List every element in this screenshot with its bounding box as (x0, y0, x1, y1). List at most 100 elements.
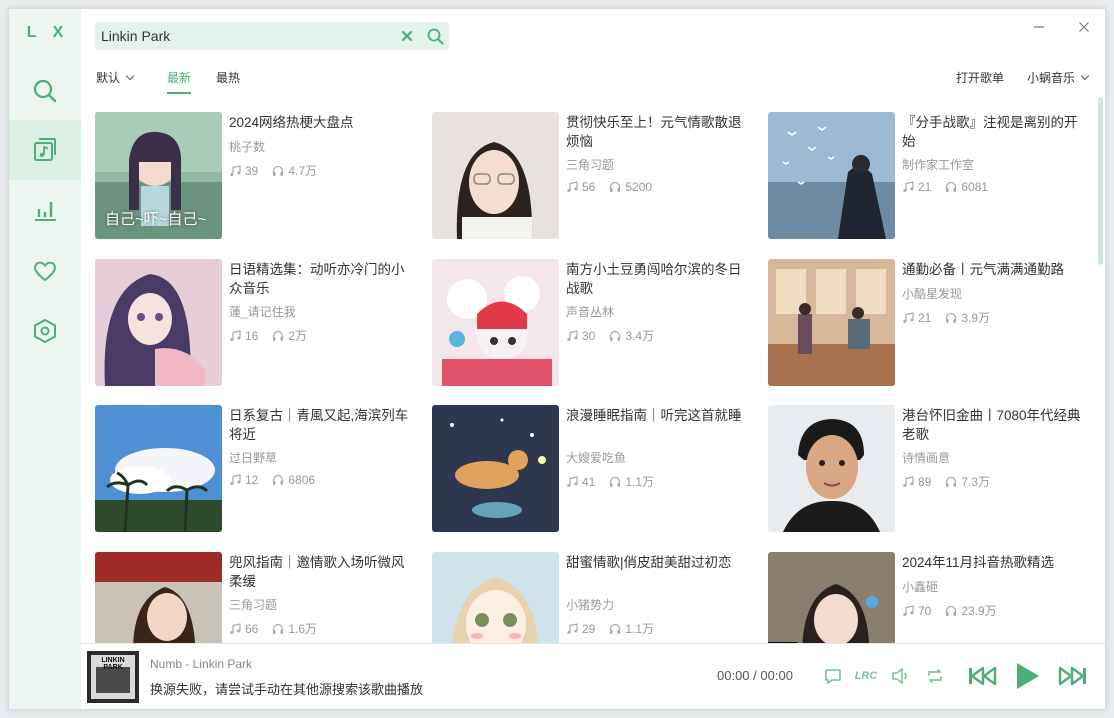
sort-dropdown[interactable]: 默认 (96, 69, 135, 86)
main-content: 默认 最新 最热 打开歌单 小蜗音乐 自己~吓~自己~ 2024网络热梗大盘点 … (81, 9, 1105, 646)
tab-hottest[interactable]: 最热 (216, 69, 240, 86)
playlist-card[interactable]: 港台怀旧金曲丨7080年代经典老歌 诗情画意 89 7.3万 (768, 405, 1088, 535)
playlist-card[interactable]: 2024年11月抖音热歌精选 小鑫砸 70 23.9万 (768, 552, 1088, 646)
song-count: 12 (245, 473, 259, 487)
playlist-title: 浪漫睡眠指南｜听完这首就睡 (566, 408, 742, 423)
close-window-button[interactable] (1072, 15, 1096, 39)
play-count: 4.7万 (288, 164, 318, 178)
play-count: 6806 (288, 473, 316, 487)
song-count: 56 (582, 180, 596, 194)
play-count: 7.3万 (961, 475, 991, 489)
playlist-card[interactable]: 日系复古｜青風又起,海滨列车将近 过日野草 12 6806 (95, 405, 415, 535)
headphones-icon (273, 330, 284, 341)
playlist-author: 三角习题 (566, 158, 615, 172)
song-count: 21 (918, 180, 932, 194)
playlist-card[interactable]: 甜蜜情歌|俏皮甜美甜过初恋 小猪势力 29 1.1万 (432, 552, 752, 646)
sidebar: L X (9, 9, 81, 709)
play-count: 3.4万 (625, 329, 655, 343)
song-count: 16 (245, 328, 259, 343)
play-icon (1017, 663, 1039, 689)
music-note-icon (567, 475, 578, 487)
sidebar-item-songlist[interactable] (9, 120, 81, 180)
volume-button[interactable] (886, 662, 914, 690)
clear-search-button[interactable] (393, 22, 421, 50)
music-note-icon (903, 475, 914, 487)
lrc-icon: LRC (854, 670, 878, 682)
playlist-card[interactable]: 日语精选集：动听亦冷门的小众音乐 蓮_请记住我 16 2万 (95, 259, 415, 389)
playlist-cover: 自己~吓~自己~ (95, 112, 222, 239)
playlist-stats: 12 6806 (229, 473, 329, 487)
volume-icon (892, 668, 907, 684)
playlist-card[interactable]: 兜风指南｜邀情歌入场听微风柔缓 三角习题 66 1.6万 (95, 552, 415, 646)
repeat-button[interactable] (921, 662, 949, 690)
app-window: L X Linkin Park 默认 最新 最热 打开歌单 小蜗音乐 自己~吓~… (8, 8, 1106, 710)
comment-icon (825, 669, 841, 684)
bar-chart-icon (35, 202, 56, 221)
playlist-cover (768, 112, 895, 239)
playlist-title: 甜蜜情歌|俏皮甜美甜过初恋 (566, 555, 732, 570)
playlist-card[interactable]: 通勤必备丨元气满满通勤路 小酷星发现 21 3.9万 (768, 259, 1088, 389)
play-button[interactable] (1010, 662, 1044, 690)
playlist-stats: 66 1.6万 (229, 620, 331, 637)
play-count: 23.9万 (961, 604, 997, 618)
tab-newest[interactable]: 最新 (167, 69, 192, 94)
playlist-cover (432, 259, 559, 386)
playlist-author: 诗情画意 (902, 451, 951, 465)
play-count: 3.9万 (961, 311, 991, 325)
sidebar-item-search[interactable] (9, 61, 81, 121)
playlist-cover (95, 405, 222, 532)
minimize-button[interactable] (1027, 15, 1051, 39)
heart-icon (34, 261, 56, 282)
playlist-stats: 21 3.9万 (902, 309, 1004, 326)
sidebar-item-leaderboard[interactable] (9, 180, 81, 240)
playlist-cover (432, 112, 559, 239)
music-note-icon (230, 164, 241, 176)
comment-button[interactable] (819, 662, 847, 690)
sidebar-item-favorites[interactable] (9, 241, 81, 301)
search-input[interactable] (95, 22, 393, 50)
scrollbar[interactable] (1098, 97, 1103, 265)
playlist-stats: 16 2万 (229, 327, 321, 344)
playlist-title: 港台怀旧金曲丨7080年代经典老歌 (902, 408, 1081, 442)
play-count: 2万 (288, 329, 308, 343)
playlist-card[interactable]: 南方小土豆勇闯哈尔滨的冬日战歌 声音丛林 30 3.4万 (432, 259, 752, 389)
album-art[interactable]: LINKIN PARK (87, 651, 139, 703)
lyrics-button[interactable]: LRC (852, 662, 880, 690)
playlist-card[interactable]: 自己~吓~自己~ 2024网络热梗大盘点 桃子数 39 4.7万 (95, 112, 415, 242)
playlist-card[interactable]: 浪漫睡眠指南｜听完这首就睡 大嫂爱吃鱼 41 1.1万 (432, 405, 752, 535)
headphones-icon (946, 476, 957, 487)
song-count: 30 (582, 328, 596, 343)
playlist-card[interactable]: 『分手战歌』注视是离别的开始 制作家工作室 21 6081 (768, 112, 1088, 242)
playlist-title: 2024年11月抖音热歌精选 (902, 555, 1055, 570)
open-playlist-button[interactable]: 打开歌单 (956, 69, 1004, 86)
search-button[interactable] (421, 22, 449, 50)
playlist-cover (768, 405, 895, 532)
next-button[interactable] (1056, 662, 1090, 690)
song-count: 66 (245, 621, 259, 636)
playlist-grid: 自己~吓~自己~ 2024网络热梗大盘点 桃子数 39 4.7万 贯彻快乐至上！… (95, 112, 1099, 646)
playlist-title: 南方小土豆勇闯哈尔滨的冬日战歌 (566, 262, 742, 296)
music-note-icon (903, 604, 914, 616)
playlist-cover (432, 552, 559, 646)
previous-button[interactable] (965, 662, 999, 690)
skip-previous-icon (969, 666, 997, 686)
cover-caption: 自己~吓~自己~ (105, 211, 207, 228)
headphones-icon (273, 474, 284, 485)
close-icon (1079, 22, 1089, 32)
headphones-icon (946, 605, 957, 616)
playlist-stats: 29 1.1万 (566, 620, 668, 637)
source-dropdown[interactable]: 小蜗音乐 (1027, 69, 1090, 86)
playlist-author: 三角习题 (229, 598, 278, 612)
sidebar-item-settings[interactable] (9, 301, 81, 361)
play-count: 5200 (625, 180, 653, 194)
song-title: Numb - Linkin Park (150, 657, 253, 671)
playlist-card[interactable]: 贯彻快乐至上！元气情歌散退烦恼 三角习题 56 5200 (432, 112, 752, 242)
music-note-icon (903, 311, 914, 323)
search-icon (427, 28, 443, 44)
hexagon-settings-icon (34, 318, 56, 344)
playlist-author: 制作家工作室 (902, 158, 975, 172)
close-icon (401, 30, 413, 42)
playlist-title: 日系复古｜青風又起,海滨列车将近 (229, 408, 409, 442)
headphones-icon (273, 623, 284, 634)
chevron-down-icon (125, 71, 135, 81)
